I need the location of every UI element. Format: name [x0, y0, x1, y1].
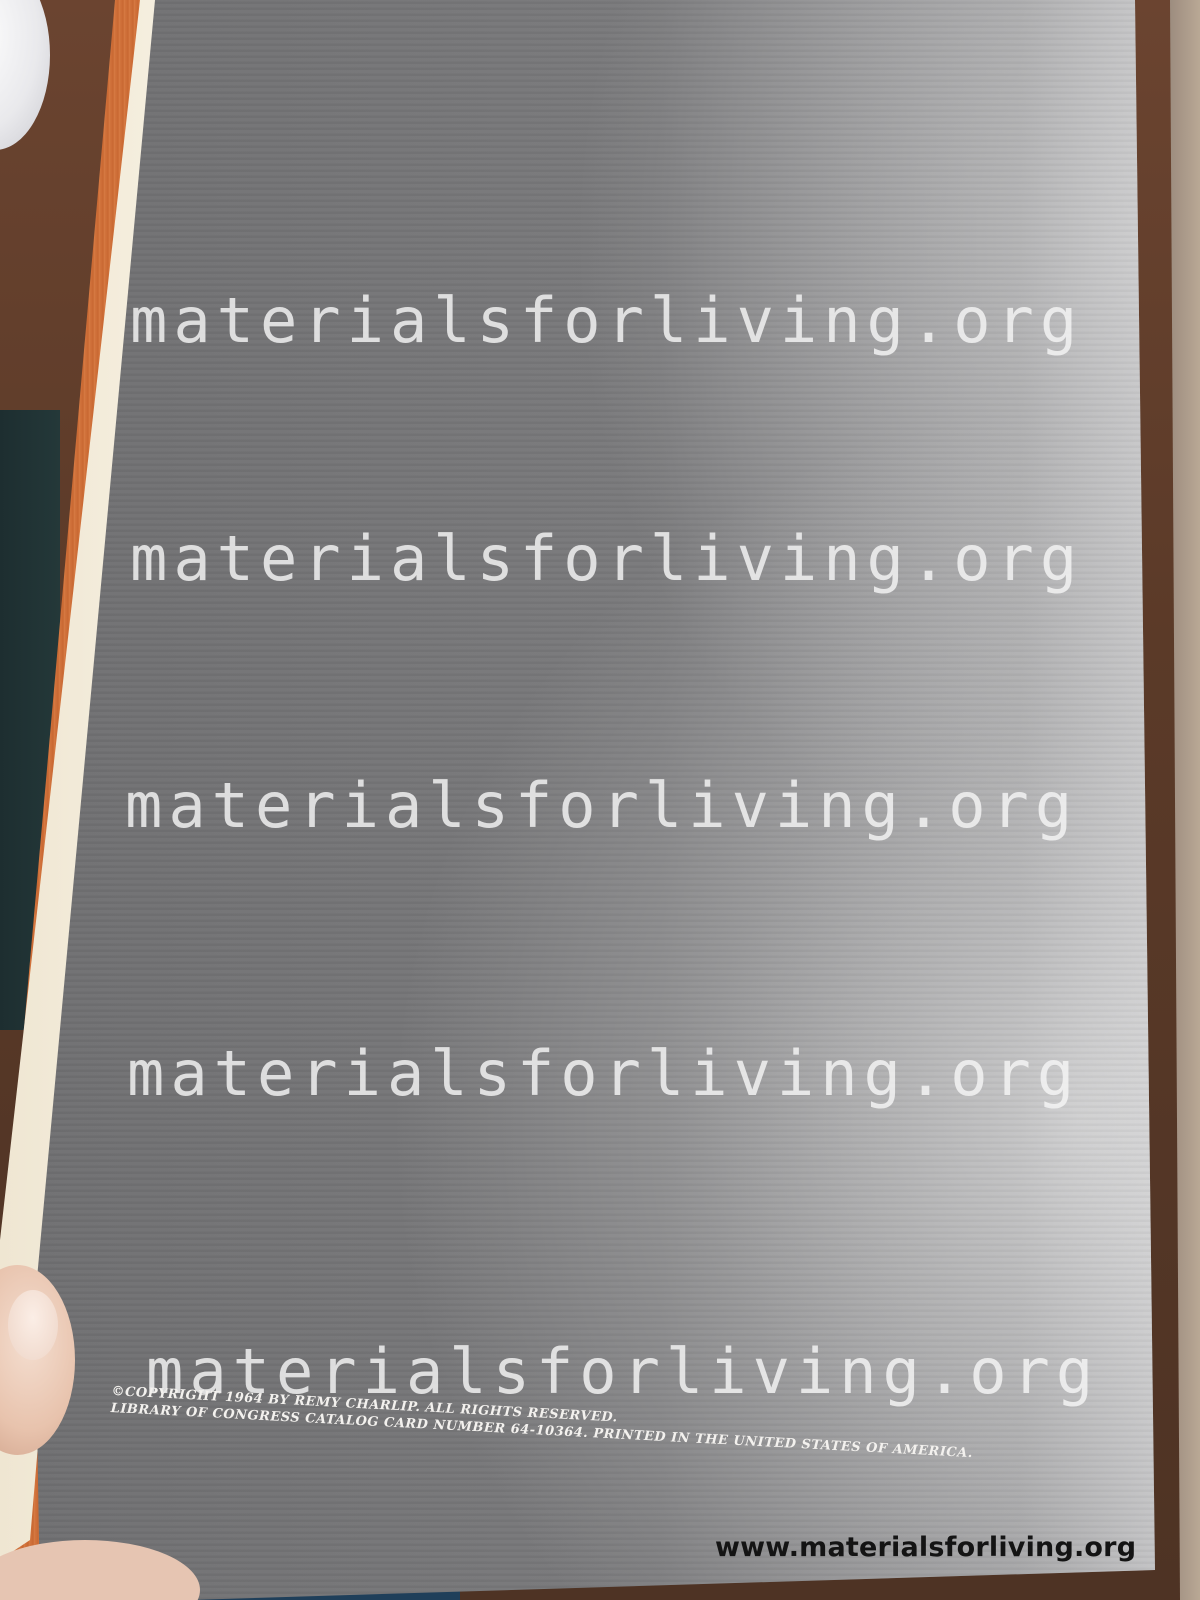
watermark-line: materialsforliving.org: [127, 1037, 1081, 1110]
photo-scene: materialsforliving.org materialsforlivin…: [0, 0, 1200, 1600]
thumbnail: [8, 1290, 58, 1360]
footer-url: www.materialsforliving.org: [715, 1532, 1137, 1563]
white-plate: [0, 0, 50, 150]
watermark-line: materialsforliving.org: [130, 522, 1084, 595]
adjacent-page-edge: [1170, 0, 1200, 1600]
watermark-line: materialsforliving.org: [125, 769, 1079, 842]
watermark-line: materialsforliving.org: [130, 284, 1084, 357]
